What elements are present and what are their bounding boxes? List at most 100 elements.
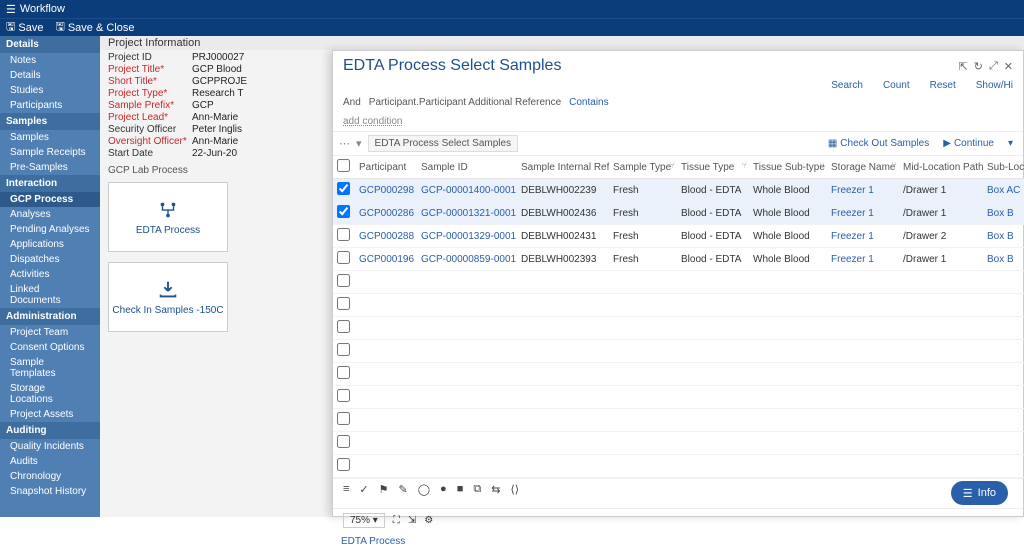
table-row[interactable]: GCP000288GCP-00001329-0001DEBLWH002431Fr… [333, 225, 1024, 248]
tool-check-icon[interactable]: ✓ [359, 483, 368, 496]
grid-drop-icon[interactable]: ▾ [356, 137, 362, 150]
query-link[interactable]: Search [831, 80, 863, 91]
column-header[interactable]: Sample ID [417, 156, 517, 179]
filter-icon[interactable]: ⑂ [670, 160, 675, 170]
sidebar-item[interactable]: Activities [0, 267, 100, 282]
sidebar-item[interactable]: Participants [0, 98, 100, 113]
sidebar-item[interactable]: Studies [0, 83, 100, 98]
sidebar-item[interactable]: Storage Locations [0, 381, 100, 407]
filter-icon[interactable]: ⑂ [820, 160, 825, 170]
tool-refresh-icon[interactable]: ↻ [974, 60, 983, 73]
select-all-checkbox[interactable] [337, 159, 350, 172]
sidebar-item[interactable]: Samples [0, 130, 100, 145]
tool-pin-icon[interactable]: ⇱ [959, 60, 968, 73]
grid-crumb[interactable]: EDTA Process Select Samples [368, 135, 519, 152]
tool-edit-icon[interactable]: ✎ [399, 483, 408, 496]
add-condition-link[interactable]: add condition [343, 116, 403, 127]
table-row[interactable] [333, 386, 1024, 409]
table-row[interactable] [333, 432, 1024, 455]
row-checkbox[interactable] [337, 182, 350, 195]
query-link[interactable]: Count [883, 80, 910, 91]
column-header[interactable]: Tissue Type⑂ [677, 156, 749, 179]
filter-icon[interactable]: ⑂ [742, 160, 747, 170]
sidebar-item[interactable]: Project Assets [0, 407, 100, 422]
info-button[interactable]: ☰Info [951, 481, 1008, 505]
table-row[interactable] [333, 271, 1024, 294]
sidebar-item[interactable]: Applications [0, 237, 100, 252]
sidebar-item[interactable]: GCP Process [0, 192, 100, 207]
sidebar-item[interactable]: Snapshot History [0, 484, 100, 499]
row-checkbox[interactable] [337, 274, 350, 287]
table-row[interactable]: GCP000298GCP-00001400-0001DEBLWH002239Fr… [333, 179, 1024, 202]
row-checkbox[interactable] [337, 366, 350, 379]
row-checkbox[interactable] [337, 389, 350, 402]
column-header[interactable]: Sub-Location [983, 156, 1024, 179]
column-header[interactable]: Mid-Location Path [899, 156, 983, 179]
sidebar-item[interactable]: Quality Incidents [0, 439, 100, 454]
column-header[interactable]: Tissue Sub-type⑂ [749, 156, 827, 179]
row-checkbox[interactable] [337, 320, 350, 333]
tool-link-icon[interactable]: ⇆ [491, 483, 500, 496]
row-checkbox[interactable] [337, 343, 350, 356]
tool-square-icon[interactable]: ■ [457, 483, 464, 496]
row-checkbox[interactable] [337, 297, 350, 310]
filter-icon[interactable]: ⑂ [892, 160, 897, 170]
tool-fill-icon[interactable]: ● [440, 483, 447, 496]
row-checkbox[interactable] [337, 205, 350, 218]
card-edta-process[interactable]: EDTA Process [108, 182, 228, 252]
workflow-label[interactable]: Workflow [20, 3, 65, 15]
tool-flag-icon[interactable]: ⚑ [379, 483, 389, 496]
sidebar-item[interactable]: Pre-Samples [0, 160, 100, 175]
filter-op[interactable]: Contains [569, 97, 608, 108]
sidebar-item[interactable]: Project Team [0, 325, 100, 340]
column-header[interactable]: Participant [355, 156, 417, 179]
column-header[interactable] [333, 156, 355, 179]
column-header[interactable]: Storage Name⑂ [827, 156, 899, 179]
row-checkbox[interactable] [337, 228, 350, 241]
grid-settings-icon[interactable]: ▾ [1004, 138, 1017, 149]
sidebar-item[interactable]: Sample Templates [0, 355, 100, 381]
sidebar-item[interactable]: Pending Analyses [0, 222, 100, 237]
card-checkin-samples[interactable]: Check In Samples -150C [108, 262, 228, 332]
menu-icon[interactable]: ☰ [6, 3, 16, 16]
tool-copy-icon[interactable]: ⧉ [473, 483, 481, 496]
sidebar-item[interactable]: Audits [0, 454, 100, 469]
row-checkbox[interactable] [337, 412, 350, 425]
query-link[interactable]: Reset [930, 80, 956, 91]
row-checkbox[interactable] [337, 435, 350, 448]
sidebar-item[interactable]: Chronology [0, 469, 100, 484]
sidebar-item[interactable]: Details [0, 68, 100, 83]
tool-close-icon[interactable]: ✕ [1004, 60, 1013, 73]
table-row[interactable] [333, 455, 1024, 478]
continue-button[interactable]: ▶Continue [939, 138, 998, 149]
save-close-button[interactable]: 🖫Save & Close [55, 18, 134, 37]
sidebar-item[interactable]: Consent Options [0, 340, 100, 355]
row-checkbox[interactable] [337, 251, 350, 264]
row-checkbox[interactable] [337, 458, 350, 471]
save-button[interactable]: 🖫Save [6, 18, 43, 37]
sidebar-item[interactable]: Analyses [0, 207, 100, 222]
bottom-link[interactable]: EDTA Process [333, 532, 1023, 551]
sidebar-item[interactable]: Linked Documents [0, 282, 100, 308]
checkout-samples-button[interactable]: ▦Check Out Samples [824, 138, 933, 149]
table-row[interactable]: GCP000286GCP-00001321-0001DEBLWH002436Fr… [333, 202, 1024, 225]
tool-list-icon[interactable]: ≡ [343, 483, 349, 496]
table-row[interactable] [333, 294, 1024, 317]
sidebar-item[interactable]: Sample Receipts [0, 145, 100, 160]
sidebar-item[interactable]: Dispatches [0, 252, 100, 267]
table-row[interactable] [333, 317, 1024, 340]
tool-expand-icon[interactable]: ⤢ [989, 60, 998, 73]
column-header[interactable]: Sample Type⑂ [609, 156, 677, 179]
table-row[interactable] [333, 409, 1024, 432]
column-header[interactable]: Sample Internal Ref... [517, 156, 609, 179]
table-row[interactable]: GCP000196GCP-00000859-0001DEBLWH002393Fr… [333, 248, 1024, 271]
table-row[interactable] [333, 363, 1024, 386]
tool-code-icon[interactable]: ⟨⟩ [510, 483, 519, 496]
query-link[interactable]: Show/Hi [976, 80, 1013, 91]
topbar: ☰ Workflow [0, 0, 1024, 18]
table-row[interactable] [333, 340, 1024, 363]
grid-more-icon[interactable]: ⋯ [339, 137, 350, 150]
sidebar-item[interactable]: Notes [0, 53, 100, 68]
tool-circle-icon[interactable]: ◯ [418, 483, 430, 496]
zoom-select[interactable]: 75% ▾ [343, 513, 385, 528]
